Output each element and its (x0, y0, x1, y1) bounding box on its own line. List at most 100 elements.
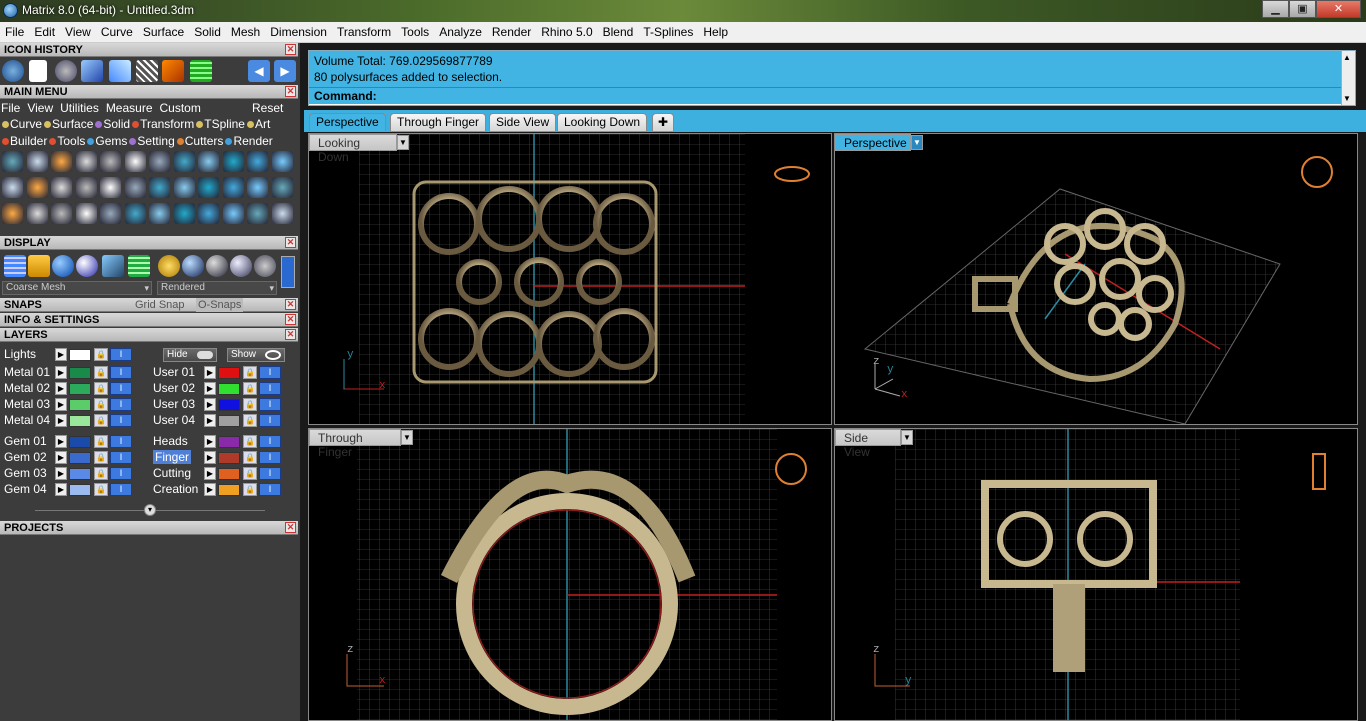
gem-icon[interactable] (55, 60, 77, 82)
mm-reset[interactable]: Reset (251, 101, 283, 115)
visibility-toggle[interactable]: I (259, 382, 281, 395)
layer-color-swatch[interactable] (69, 383, 91, 395)
menu-category-cutters[interactable]: Cutters (175, 134, 223, 148)
pattern-tool-icon[interactable] (247, 151, 268, 172)
chevron-down-icon[interactable]: ▼ (401, 430, 413, 445)
menu-tsplines[interactable]: T-Splines (638, 22, 698, 39)
menu-file[interactable]: File (0, 22, 29, 39)
layer-name[interactable]: User 04 (153, 413, 195, 427)
leaf-tool-icon[interactable] (26, 203, 48, 224)
arc-tool-icon[interactable] (271, 151, 293, 172)
osnap-toggle[interactable]: O-Snaps (196, 298, 244, 312)
layer-name[interactable]: User 03 (153, 397, 195, 411)
visibility-toggle[interactable]: I (110, 467, 132, 480)
lock-icon[interactable]: 🔒 (243, 483, 257, 496)
layer-color-swatch[interactable] (218, 452, 240, 464)
layer-name[interactable]: Metal 02 (4, 381, 50, 395)
menu-edit[interactable]: Edit (29, 22, 60, 39)
back-arrow-icon[interactable]: ◀ (248, 60, 270, 82)
close-button[interactable]: ✕ (1316, 0, 1361, 18)
tab-through-finger[interactable]: Through Finger (390, 113, 487, 131)
mesh-quality-select[interactable]: Coarse Mesh (2, 281, 152, 295)
layer-name[interactable]: User 02 (153, 381, 195, 395)
set-current-icon[interactable]: ▶ (204, 414, 216, 427)
menu-category-builder[interactable]: Builder (0, 134, 47, 148)
set-current-icon[interactable]: ▶ (204, 451, 216, 464)
lock-icon[interactable]: 🔒 (243, 366, 257, 379)
environment-icon[interactable] (102, 255, 124, 277)
surface-icon[interactable] (81, 60, 103, 82)
forward-arrow-icon[interactable]: ▶ (274, 60, 296, 82)
sun-tool-icon[interactable] (51, 177, 72, 198)
visibility-toggle[interactable]: I (259, 414, 281, 427)
layer-color-swatch[interactable] (218, 367, 240, 379)
menu-category-curve[interactable]: Curve (0, 117, 42, 131)
visibility-toggle[interactable]: I (259, 435, 281, 448)
visibility-toggle[interactable]: I (259, 451, 281, 464)
leaf-tool-icon[interactable] (26, 151, 48, 172)
chevron-down-icon[interactable]: ▼ (911, 135, 923, 150)
layer-color-swatch[interactable] (69, 415, 91, 427)
menu-tools[interactable]: Tools (396, 22, 434, 39)
set-current-icon[interactable]: ▶ (204, 382, 216, 395)
projects-header[interactable]: PROJECTS ✕ (0, 521, 298, 535)
snaps-header[interactable]: SNAPS Grid Snap O-Snaps ✕ (0, 298, 298, 312)
tab-perspective[interactable]: Perspective (309, 113, 386, 131)
close-icon[interactable]: ✕ (285, 299, 296, 310)
viewport-looking-down[interactable]: y x Looking Down ▼ (308, 133, 832, 425)
grid-display-icon[interactable] (128, 255, 150, 277)
set-current-icon[interactable]: ▶ (55, 451, 67, 464)
lock-icon[interactable]: 🔒 (243, 414, 257, 427)
rail-tool-icon[interactable] (149, 177, 170, 198)
set-current-icon[interactable]: ▶ (204, 435, 216, 448)
viewport-through-finger[interactable]: z x Through Finger ▼ (308, 428, 832, 721)
ball-tool-icon[interactable] (222, 203, 244, 224)
menu-category-transform[interactable]: Transform (130, 117, 194, 131)
viewport-label-through-finger[interactable]: Through Finger ▼ (309, 429, 413, 459)
visibility-toggle[interactable]: I (259, 467, 281, 480)
material-sphere-icon[interactable] (182, 255, 204, 277)
layer-color-swatch[interactable] (69, 349, 91, 361)
mm-utilities[interactable]: Utilities (59, 101, 99, 115)
set-current-icon[interactable]: ▶ (204, 483, 216, 496)
menu-surface[interactable]: Surface (138, 22, 189, 39)
layer-name[interactable]: Cutting (153, 466, 191, 480)
lock-icon[interactable]: 🔒 (94, 435, 108, 448)
rail-tool-icon[interactable] (149, 151, 170, 172)
set-current-icon[interactable]: ▶ (55, 398, 67, 411)
visibility-toggle[interactable]: I (110, 451, 132, 464)
visibility-toggle[interactable]: I (110, 382, 132, 395)
gem-tool-icon[interactable] (2, 151, 23, 172)
layer-color-swatch[interactable] (218, 436, 240, 448)
layer-color-swatch[interactable] (69, 436, 91, 448)
sun-tool-icon[interactable] (51, 203, 72, 224)
lock-icon[interactable]: 🔒 (94, 451, 108, 464)
lock-icon[interactable]: 🔒 (94, 467, 108, 480)
layers-header[interactable]: LAYERS ✕ (0, 328, 298, 342)
diamond-tool-icon[interactable] (75, 151, 97, 172)
menu-category-art[interactable]: Art (245, 117, 270, 131)
menu-analyze[interactable]: Analyze (434, 22, 487, 39)
maximize-button[interactable]: ▣ (1289, 0, 1316, 18)
lock-icon[interactable]: 🔒 (94, 398, 108, 411)
wireframe-icon[interactable] (4, 255, 26, 277)
visibility-toggle[interactable]: I (110, 414, 132, 427)
layer-color-swatch[interactable] (69, 367, 91, 379)
display-slider[interactable] (281, 256, 295, 288)
visibility-toggle[interactable]: I (110, 398, 132, 411)
menu-view[interactable]: View (60, 22, 96, 39)
cable-tool-icon[interactable] (173, 177, 195, 198)
lock-icon[interactable]: 🔒 (94, 483, 108, 496)
layer-name[interactable]: User 01 (153, 365, 195, 379)
set-current-icon[interactable]: ▶ (55, 366, 67, 379)
menu-mesh[interactable]: Mesh (226, 22, 265, 39)
lock-icon[interactable]: 🔒 (94, 348, 108, 361)
layer-name[interactable]: Creation (153, 482, 198, 496)
menu-category-tspline[interactable]: TSpline (194, 117, 245, 131)
clear-material-icon[interactable] (254, 255, 276, 277)
icon-history-header[interactable]: ICON HISTORY ✕ (0, 43, 298, 57)
close-icon[interactable]: ✕ (285, 522, 296, 533)
display-mode-select[interactable]: Rendered (157, 281, 277, 295)
visibility-toggle[interactable]: I (259, 483, 281, 496)
menu-rhino[interactable]: Rhino 5.0 (536, 22, 597, 39)
